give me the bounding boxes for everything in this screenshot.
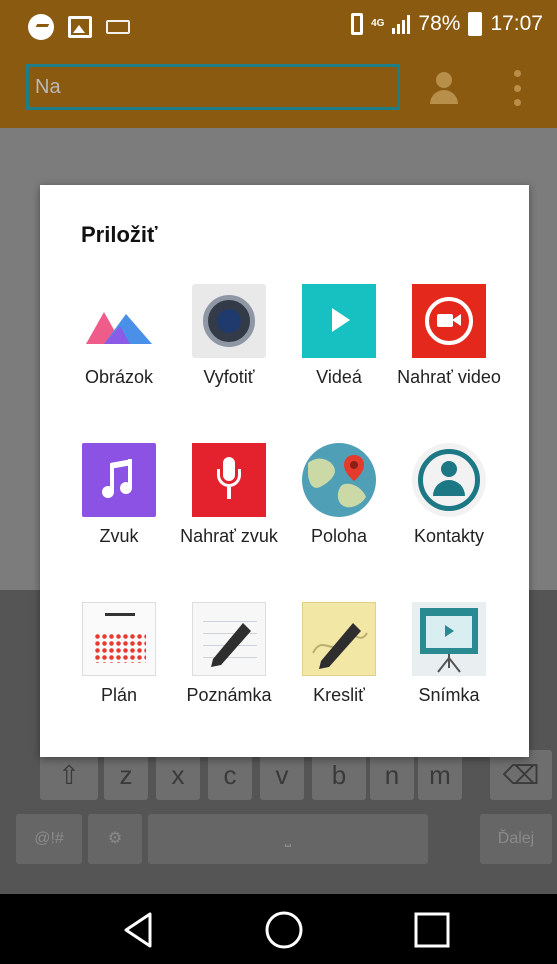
attach-gallery-label: Obrázok xyxy=(84,367,154,387)
done-key[interactable]: Ďalej xyxy=(480,814,552,864)
camera-icon xyxy=(192,284,266,358)
key-v[interactable]: v xyxy=(260,750,304,800)
key-m[interactable]: m xyxy=(418,750,462,800)
key-b[interactable]: b xyxy=(312,750,366,800)
attach-record-audio-label: Nahrať zvuk xyxy=(180,526,278,546)
attach-draw-label: Kresliť xyxy=(313,685,365,705)
home-icon[interactable] xyxy=(262,908,306,952)
attach-camera[interactable]: Vyfotiť xyxy=(173,284,285,414)
contact-picker-icon[interactable] xyxy=(428,72,458,104)
notification-icons xyxy=(28,14,130,40)
attach-contacts[interactable]: Kontakty xyxy=(393,443,505,573)
contact-icon xyxy=(412,443,486,517)
recipient-input[interactable]: Na xyxy=(26,64,400,110)
music-note-icon xyxy=(82,443,156,517)
shift-key[interactable]: ⇧ xyxy=(40,750,98,800)
attach-record-audio[interactable]: Nahrať zvuk xyxy=(173,443,285,573)
image-icon xyxy=(68,16,92,38)
slide-icon xyxy=(412,602,486,676)
key-z[interactable]: z xyxy=(104,750,148,800)
clock: 17:07 xyxy=(490,12,543,35)
app-bar: Na xyxy=(0,56,557,128)
note-pen-icon xyxy=(192,602,266,676)
attach-videos[interactable]: Videá xyxy=(283,284,395,414)
space-key[interactable]: ⎵ xyxy=(148,814,428,864)
attach-record-video-label: Nahrať video xyxy=(397,367,501,387)
attach-contacts-label: Kontakty xyxy=(413,526,485,546)
calendar-icon xyxy=(82,602,156,676)
attach-slide-label: Snímka xyxy=(418,685,480,705)
system-icons: 4G 78% 17:07 xyxy=(351,12,543,36)
attach-memo-label: Poznámka xyxy=(186,685,272,705)
microphone-icon xyxy=(192,443,266,517)
battery-percent: 78% xyxy=(418,12,461,35)
attach-schedule[interactable]: Plán xyxy=(63,602,175,732)
video-play-icon xyxy=(302,284,376,358)
attach-dialog: Priložiť Obrázok Vyfotiť Videá Nahrať vi… xyxy=(40,185,529,757)
signal-icon xyxy=(392,14,411,34)
messenger-icon xyxy=(28,14,54,40)
attach-slide[interactable]: Snímka xyxy=(393,602,505,732)
key-c[interactable]: c xyxy=(208,750,252,800)
battery-icon xyxy=(468,12,483,36)
map-location-icon xyxy=(302,443,376,517)
attach-gallery[interactable]: Obrázok xyxy=(63,284,175,414)
key-x[interactable]: x xyxy=(156,750,200,800)
settings-key[interactable]: ⚙ xyxy=(88,814,142,864)
network-type: 4G xyxy=(371,18,385,29)
vibrate-icon xyxy=(351,13,364,35)
more-options-icon[interactable] xyxy=(514,70,522,106)
attach-draw[interactable]: Kresliť xyxy=(283,602,395,732)
attach-memo[interactable]: Poznámka xyxy=(173,602,285,732)
dialog-title: Priložiť xyxy=(81,222,158,247)
keyboard-icon xyxy=(106,20,130,34)
video-record-icon xyxy=(412,284,486,358)
attach-location-label: Poloha xyxy=(310,526,368,546)
attach-record-video[interactable]: Nahrať video xyxy=(393,284,505,414)
key-n[interactable]: n xyxy=(370,750,414,800)
backspace-key[interactable]: ⌫ xyxy=(490,750,552,800)
drawing-icon xyxy=(302,602,376,676)
back-icon[interactable] xyxy=(118,908,162,952)
status-bar: 4G 78% 17:07 xyxy=(0,0,557,56)
attach-videos-label: Videá xyxy=(316,367,362,387)
recent-apps-icon[interactable] xyxy=(410,908,454,952)
attach-audio[interactable]: Zvuk xyxy=(63,443,175,573)
navigation-bar xyxy=(0,894,557,964)
attach-location[interactable]: Poloha xyxy=(283,443,395,573)
attach-schedule-label: Plán xyxy=(100,685,138,705)
attach-audio-label: Zvuk xyxy=(99,526,139,546)
gallery-icon xyxy=(82,284,156,358)
symbols-key[interactable]: @!# xyxy=(16,814,82,864)
attach-camera-label: Vyfotiť xyxy=(203,367,255,387)
